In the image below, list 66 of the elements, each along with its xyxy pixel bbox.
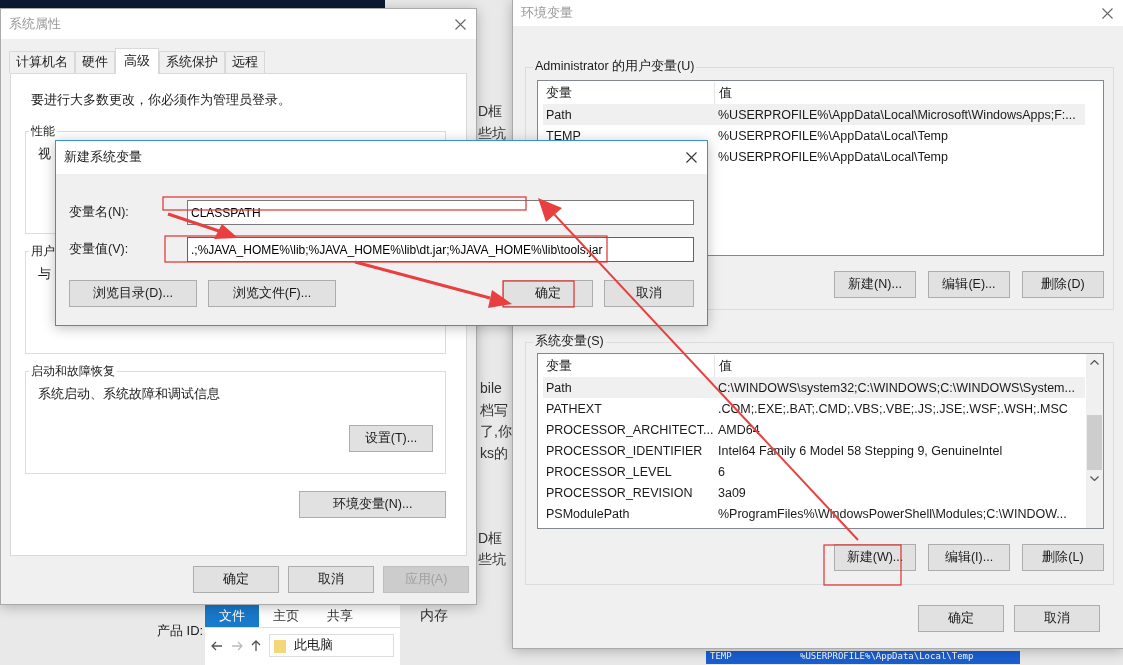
dialog-button[interactable]: 确定	[918, 605, 1004, 632]
scrollbar[interactable]	[1086, 354, 1103, 528]
list-action-button[interactable]: 编辑(I)...	[928, 544, 1010, 571]
window-title: 系统属性	[9, 15, 61, 33]
group-title: 用户	[29, 243, 57, 260]
group-title: 性能	[29, 123, 57, 140]
tab[interactable]: 硬件	[75, 51, 115, 73]
tab[interactable]: 系统保护	[159, 51, 225, 73]
page-text: bile	[480, 380, 502, 396]
group-description: 与	[38, 266, 51, 283]
settings-button[interactable]: 设置(T)...	[349, 425, 433, 452]
group-description: 视	[38, 146, 51, 163]
page-text: 了,你	[480, 423, 512, 441]
product-id-label: 产品 ID:	[157, 622, 204, 640]
folder-icon	[274, 638, 286, 653]
browse-button[interactable]: 浏览文件(F)...	[208, 280, 336, 307]
dialog-button[interactable]: 取消	[1014, 605, 1100, 632]
list-row[interactable]: TEMP %USERPROFILE%\AppData\Local\Temp	[543, 125, 1085, 146]
tab[interactable]: 高级	[115, 48, 159, 74]
ribbon-tab[interactable]: 主页	[259, 605, 313, 627]
list-row[interactable]: PROCESSOR_REVISION 3a09	[543, 482, 1085, 503]
group-title: 系统变量(S)	[533, 333, 606, 350]
list-row[interactable]: PROCESSOR_LEVEL 6	[543, 461, 1085, 482]
scroll-down-icon[interactable]	[1090, 476, 1099, 481]
up-arrow-icon[interactable]	[251, 639, 261, 652]
dialog-button[interactable]: 取消	[288, 566, 374, 593]
ribbon-tab[interactable]: 文件	[205, 605, 259, 627]
field-label: 变量值(V):	[69, 241, 130, 258]
ribbon-tab[interactable]: 共享	[313, 605, 367, 627]
group-title: Administrator 的用户变量(U)	[533, 58, 697, 75]
list-action-button[interactable]: 新建(W)...	[834, 544, 916, 571]
page-text: 内存	[420, 607, 448, 625]
page-text: 些坑	[478, 125, 506, 143]
address-bar[interactable]: 此电脑	[269, 634, 394, 657]
group-description: 系统启动、系统故障和调试信息	[38, 386, 220, 403]
list-row[interactable]: Path C:\WINDOWS\system32;C:\WINDOWS;C:\WINDOWS\System...	[543, 377, 1085, 398]
environment-variables-button[interactable]: 环境变量(N)...	[299, 491, 446, 518]
list-action-button[interactable]: 新建(N)...	[834, 271, 916, 298]
list-row[interactable]: Path %USERPROFILE%\AppData\Local\Microsoft\WindowsApps;F:...	[543, 104, 1085, 125]
field-label: 变量名(N):	[69, 204, 130, 221]
list-action-button[interactable]: 删除(D)	[1022, 271, 1104, 298]
table-row: TEMP %USERPROFILE%\AppData\Local\Temp	[706, 651, 1020, 664]
close-icon[interactable]	[1102, 7, 1113, 19]
dialog-button[interactable]: 取消	[604, 280, 694, 307]
text-field[interactable]: CLASSPATH	[187, 200, 694, 225]
column-header: 变量	[545, 84, 573, 102]
window-title: 环境变量	[521, 4, 573, 22]
page-text: D框	[478, 530, 503, 548]
tab[interactable]: 远程	[225, 51, 265, 73]
back-arrow-icon[interactable]	[211, 640, 223, 651]
notice-text: 要进行大多数更改，你必须作为管理员登录。	[31, 92, 292, 109]
page-text: D框	[478, 103, 503, 121]
close-icon[interactable]	[686, 152, 697, 163]
tab[interactable]: 计算机名	[9, 51, 75, 73]
list-action-button[interactable]: 删除(L)	[1022, 544, 1104, 571]
dialog-button[interactable]: 确定	[193, 566, 279, 593]
group-title: 启动和故障恢复	[29, 363, 117, 380]
page-text: 档写	[480, 402, 508, 420]
page-text: 些坑	[478, 551, 506, 569]
dialog-title: 新建系统变量	[64, 149, 142, 166]
column-header: 变量	[545, 357, 573, 375]
scroll-up-icon[interactable]	[1090, 360, 1099, 365]
close-icon[interactable]	[455, 18, 466, 30]
list-action-button[interactable]: 编辑(E)...	[928, 271, 1010, 298]
browse-button[interactable]: 浏览目录(D)...	[69, 280, 197, 307]
page-text: ks的	[480, 445, 508, 463]
